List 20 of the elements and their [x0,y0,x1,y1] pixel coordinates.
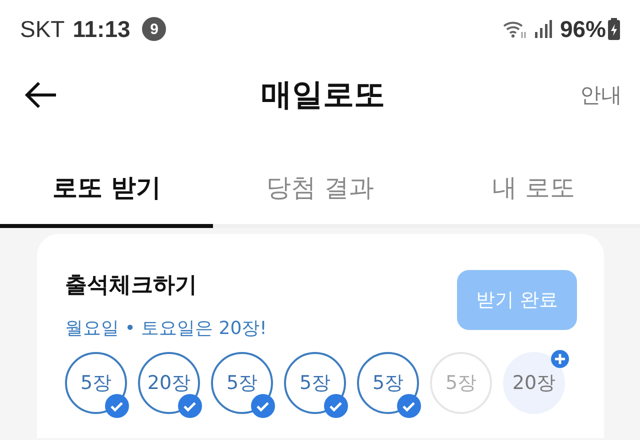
guide-link[interactable]: 안내 [580,81,622,109]
check-icon [251,394,275,418]
check-icon [105,394,129,418]
card-subtitle: 월요일 • 토요일은 20장! [65,317,267,340]
tab[interactable]: 내 로또 [426,150,640,228]
tab[interactable]: 당첨 결과 [213,150,427,228]
notification-badge: 9 [142,17,166,41]
battery-percent: 96% [560,16,606,42]
plus-icon [551,350,569,368]
check-icon [178,394,202,418]
clock-time: 11:13 [72,16,130,42]
check-icon [324,394,348,418]
carrier-name: SKT [20,16,65,42]
card-title: 출석체크하기 [65,272,198,300]
check-icon [397,394,421,418]
back-arrow-icon[interactable] [24,81,58,109]
battery-charging-icon [608,18,620,40]
signal-icon [534,19,552,39]
page-title: 매일로또 [261,76,385,115]
day-reward: 5장 [430,352,492,414]
